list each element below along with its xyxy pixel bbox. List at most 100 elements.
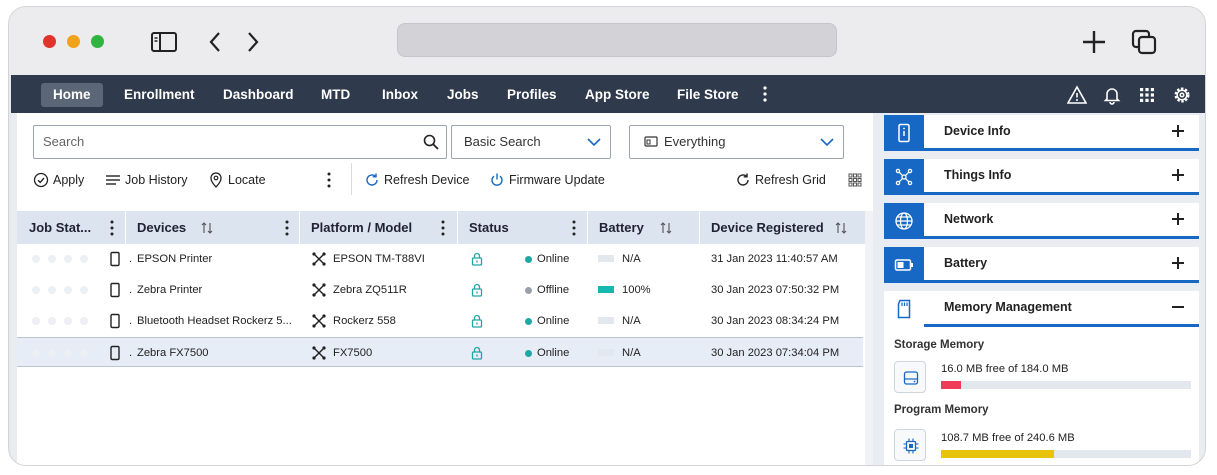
power-icon	[491, 173, 503, 186]
scope-select[interactable]: Everything	[629, 125, 844, 159]
table-scrollbar[interactable]	[865, 211, 873, 465]
device-phone-icon	[110, 313, 120, 329]
nav-home[interactable]: Home	[41, 83, 103, 107]
column-menu-icon[interactable]	[284, 220, 290, 236]
forward-icon[interactable]	[237, 27, 267, 57]
plus-icon[interactable]	[1171, 124, 1185, 138]
close-window-button[interactable]	[43, 35, 56, 48]
column-battery[interactable]: Battery	[599, 211, 644, 244]
search-mode-select[interactable]: Basic Search	[451, 125, 611, 159]
nav-file-store[interactable]: File Store	[665, 83, 751, 107]
bell-icon[interactable]	[1102, 85, 1122, 105]
sort-icon[interactable]	[201, 221, 213, 235]
column-grid-icon[interactable]	[848, 173, 862, 187]
firmware-update-label: Firmware Update	[509, 173, 605, 187]
new-tab-icon[interactable]	[1079, 27, 1109, 57]
back-icon[interactable]	[201, 27, 231, 57]
lock-icon	[471, 252, 483, 266]
job-status-stars-icon	[32, 317, 88, 325]
column-platform-model[interactable]: Platform / Model	[311, 211, 412, 244]
table-row[interactable]: . Bluetooth Headset Rockerz 5... Rockerz 5…	[17, 306, 863, 336]
minus-icon[interactable]	[1171, 300, 1185, 314]
plus-icon[interactable]	[1171, 212, 1185, 226]
column-job-status[interactable]: Job Stat...	[29, 211, 91, 244]
sort-icon[interactable]	[660, 221, 672, 235]
refresh-grid-button[interactable]: Refresh Grid	[735, 171, 826, 189]
nav-jobs[interactable]: Jobs	[435, 83, 491, 107]
column-divider	[587, 211, 588, 244]
section-memory-management[interactable]: Memory Management	[884, 291, 1199, 327]
status-dot	[525, 287, 532, 294]
address-bar[interactable]	[397, 23, 837, 57]
section-things-info[interactable]: Things Info	[884, 159, 1199, 195]
nav-app-store[interactable]: App Store	[573, 83, 662, 107]
section-network[interactable]: Network	[884, 203, 1199, 239]
apply-button[interactable]: Apply	[33, 171, 84, 189]
refresh-device-button[interactable]: Refresh Device	[364, 171, 469, 189]
section-icon-box	[884, 291, 924, 327]
job-history-button[interactable]: Job History	[105, 171, 188, 189]
battery-text: N/A	[622, 253, 641, 265]
cpu-chip-icon	[903, 438, 919, 454]
refresh-grid-label: Refresh Grid	[755, 173, 826, 187]
nav-mtd[interactable]: MTD	[309, 83, 362, 107]
battery-text: 100%	[622, 284, 651, 296]
device-name[interactable]: Zebra Printer	[137, 275, 302, 305]
sidebar-toggle-icon[interactable]	[149, 27, 179, 57]
locate-button[interactable]: Locate	[208, 171, 266, 189]
search-input[interactable]: Search	[33, 125, 447, 159]
tabs-overview-icon[interactable]	[1129, 27, 1159, 57]
column-menu-icon[interactable]	[571, 220, 577, 236]
main-content: Search Basic Search Everything Apply Job…	[11, 113, 1205, 465]
minimize-window-button[interactable]	[67, 35, 80, 48]
section-device-info[interactable]: Device Info	[884, 115, 1199, 151]
lock-icon	[471, 283, 483, 297]
column-menu-icon[interactable]	[440, 220, 446, 236]
section-battery[interactable]: Battery	[884, 247, 1199, 283]
column-menu-icon[interactable]	[109, 220, 115, 236]
device-phone-icon	[110, 345, 120, 361]
device-name[interactable]: Bluetooth Headset Rockerz 5...	[137, 306, 302, 336]
memory-details: Storage Memory 16.0 MB free of 184.0 MB …	[884, 327, 1199, 465]
firmware-update-button[interactable]: Firmware Update	[489, 171, 605, 189]
device-name[interactable]: EPSON Printer	[137, 244, 302, 274]
warning-icon[interactable]	[1067, 85, 1087, 105]
nav-dashboard[interactable]: Dashboard	[211, 83, 306, 107]
table-row[interactable]: . EPSON Printer EPSON TM-T88VI Online N/A 31 …	[17, 244, 863, 274]
location-pin-icon	[210, 172, 222, 188]
plus-icon[interactable]	[1171, 256, 1185, 270]
section-icon-box	[884, 247, 924, 283]
nav-profiles[interactable]: Profiles	[495, 83, 569, 107]
search-icon[interactable]	[422, 133, 440, 151]
table-row[interactable]: . Zebra FX7500 FX7500 Online N/A 30 Jan 2023 …	[17, 337, 863, 367]
more-vertical-icon[interactable]	[755, 84, 775, 104]
device-name[interactable]: Zebra FX7500	[137, 338, 302, 368]
browser-window: Home Enrollment Dashboard MTD Inbox Jobs…	[8, 6, 1206, 466]
more-actions-icon[interactable]	[326, 172, 332, 188]
device-info-icon	[898, 123, 910, 143]
sort-icon[interactable]	[835, 221, 847, 235]
status-text: Online	[537, 347, 570, 359]
battery-bar	[598, 286, 614, 293]
device-folder-icon	[644, 136, 658, 147]
column-devices[interactable]: Devices	[137, 211, 186, 244]
column-status[interactable]: Status	[469, 211, 509, 244]
maximize-window-button[interactable]	[91, 35, 104, 48]
device-phone-icon	[110, 251, 120, 267]
plus-icon[interactable]	[1171, 168, 1185, 182]
program-memory-fill	[941, 450, 1054, 458]
status-text: Online	[537, 253, 570, 265]
platform-model-icon	[312, 252, 326, 266]
table-row[interactable]: . Zebra Printer Zebra ZQ511R Offline 100% 30 …	[17, 275, 863, 305]
settings-gear-icon[interactable]	[1172, 85, 1192, 105]
apps-grid-icon[interactable]	[1137, 85, 1157, 105]
search-toolbar: Search Basic Search Everything Apply Job…	[17, 113, 873, 201]
program-memory-text: 108.7 MB free of 240.6 MB	[941, 432, 1075, 444]
column-device-registered[interactable]: Device Registered	[711, 211, 824, 244]
job-history-label: Job History	[125, 173, 188, 187]
nav-inbox[interactable]: Inbox	[370, 83, 430, 107]
status-dot	[525, 318, 532, 325]
locate-label: Locate	[228, 173, 266, 187]
nav-enrollment[interactable]: Enrollment	[112, 83, 207, 107]
battery-bar	[598, 255, 614, 262]
